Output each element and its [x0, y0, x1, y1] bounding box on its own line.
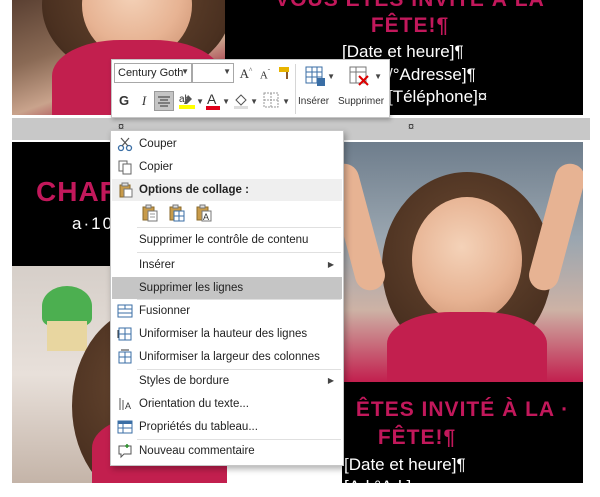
menu-item-label: Propriétés du tableau... — [139, 421, 258, 433]
menu-item-distribute-rows[interactable]: Uniformiser la hauteur des lignes — [112, 323, 342, 345]
menu-item-copy[interactable]: Copier — [112, 156, 342, 178]
font-size-dropdown-icon[interactable]: ▼ — [223, 67, 231, 76]
menu-item-label: Insérer — [139, 259, 175, 271]
menu-item-cut[interactable]: Couper — [112, 133, 342, 155]
menu-item-merge[interactable]: Fusionner — [112, 300, 342, 322]
paste-options-label: Options de collage : — [139, 184, 249, 196]
delete-label: Supprimer — [338, 96, 385, 107]
menu-item-label: Styles de bordure — [139, 375, 230, 387]
mini-toolbar: Century Goth ▼ ▼ A^ Aˇ G I ab ▼ A ▼ ▼ ▼ … — [111, 59, 390, 118]
insert-table-button[interactable]: ▼ Insérer — [298, 62, 338, 114]
paste-keep-formatting-icon[interactable] — [141, 204, 159, 222]
menu-item-new-comment[interactable]: Nouveau commentaire — [112, 440, 342, 462]
borders-icon — [263, 92, 279, 108]
table-properties-icon — [117, 420, 133, 434]
shading-button[interactable]: ▼ — [232, 91, 258, 113]
distribute-columns-icon — [118, 349, 132, 364]
menu-item-label: Uniformiser la largeur des colonnes — [139, 351, 320, 363]
paste-options-header: Options de collage : — [112, 179, 342, 201]
shrink-font-button[interactable]: Aˇ — [257, 68, 273, 82]
font-color-button[interactable]: A ▼ — [204, 91, 230, 113]
menu-item-distribute-columns[interactable]: Uniformiser la largeur des colonnes — [112, 346, 342, 368]
menu-separator — [137, 252, 341, 253]
font-name-box[interactable]: Century Goth ▼ — [114, 63, 192, 83]
mid-right-photo — [342, 142, 583, 382]
borders-button[interactable]: ▼ — [262, 91, 290, 113]
merge-cells-icon — [117, 304, 133, 318]
paste-merge-table-icon[interactable] — [168, 204, 186, 222]
menu-item-text-direction[interactable]: A Orientation du texte... — [112, 393, 342, 415]
font-name-dropdown-icon[interactable]: ▼ — [181, 67, 189, 76]
menu-item-label: Copier — [139, 161, 173, 173]
bottom-fete-text: FÊTE!¶ — [377, 426, 457, 449]
delete-table-icon — [349, 66, 369, 86]
paste-text-only-icon[interactable]: A — [195, 204, 213, 222]
format-painter-icon[interactable] — [277, 65, 293, 85]
font-color-icon: A — [207, 91, 217, 107]
highlight-color-button[interactable]: ab ▼ — [178, 91, 204, 113]
grow-font-button[interactable]: A^ — [238, 66, 254, 82]
menu-item-border-styles[interactable]: Styles de bordure ▶ — [112, 370, 342, 392]
bold-button[interactable]: G — [116, 93, 132, 108]
highlighter-icon: ab — [179, 94, 195, 109]
text-direction-icon: A — [119, 398, 131, 411]
bottom-date-text: [Date et heure]¶ — [344, 455, 466, 474]
delete-table-button[interactable]: ▼ Supprimer — [338, 62, 386, 114]
insert-label: Insérer — [298, 96, 330, 107]
menu-item-remove-content-control[interactable]: Supprimer le contrôle de contenu — [112, 229, 342, 251]
italic-button[interactable]: I — [136, 93, 152, 109]
top-phone-text: [Téléphone]¤ — [388, 87, 488, 106]
menu-item-table-properties[interactable]: Propriétés du tableau... — [112, 416, 342, 438]
bottom-address-partial: [Ad °Ad ] — [344, 477, 412, 496]
submenu-arrow-icon: ▶ — [327, 376, 334, 385]
menu-item-delete-rows[interactable]: Supprimer les lignes — [112, 277, 342, 299]
toolbar-divider — [295, 64, 296, 114]
comment-icon — [118, 444, 132, 459]
menu-item-label: Orientation du texte... — [139, 398, 249, 410]
top-address-text: /°Adresse]¶ — [388, 65, 476, 84]
align-center-button[interactable] — [154, 91, 174, 111]
menu-separator — [137, 227, 341, 228]
paint-bucket-icon — [234, 94, 248, 109]
paste-icon — [119, 182, 133, 198]
menu-item-label: Fusionner — [139, 305, 191, 317]
distribute-rows-icon — [117, 327, 132, 341]
copy-icon — [118, 160, 132, 175]
menu-item-label: Uniformiser la hauteur des lignes — [139, 328, 308, 340]
svg-text:A: A — [125, 401, 131, 411]
menu-item-insert[interactable]: Insérer ▶ — [112, 254, 342, 276]
left-subtitle-partial: a·10 — [72, 214, 115, 233]
insert-table-icon — [305, 66, 325, 86]
top-fete-text: FÊTE!¶ — [370, 14, 450, 37]
menu-item-label: Couper — [139, 138, 177, 150]
font-name-value: Century Goth — [118, 67, 184, 79]
menu-item-label: Nouveau commentaire — [139, 445, 255, 457]
menu-item-label: Supprimer le contrôle de contenu — [139, 234, 309, 246]
bottom-invite-title: ÊTES INVITÉ À LA · — [355, 398, 570, 421]
svg-text:A: A — [203, 212, 209, 222]
scissors-icon — [117, 137, 133, 152]
left-title-partial: CHAR — [36, 176, 121, 207]
submenu-arrow-icon: ▶ — [327, 260, 334, 269]
align-center-icon — [158, 96, 170, 107]
cupcake — [42, 286, 92, 326]
cell-end-marker-right: ¤ — [408, 121, 415, 133]
context-menu: Couper Copier Options de collage : A Sup… — [110, 130, 344, 466]
menu-item-label: Supprimer les lignes — [139, 282, 244, 294]
font-size-box[interactable]: ▼ — [192, 63, 234, 83]
top-invite-title: VOUS ÊTES INVITÉ À LA — [250, 0, 570, 12]
